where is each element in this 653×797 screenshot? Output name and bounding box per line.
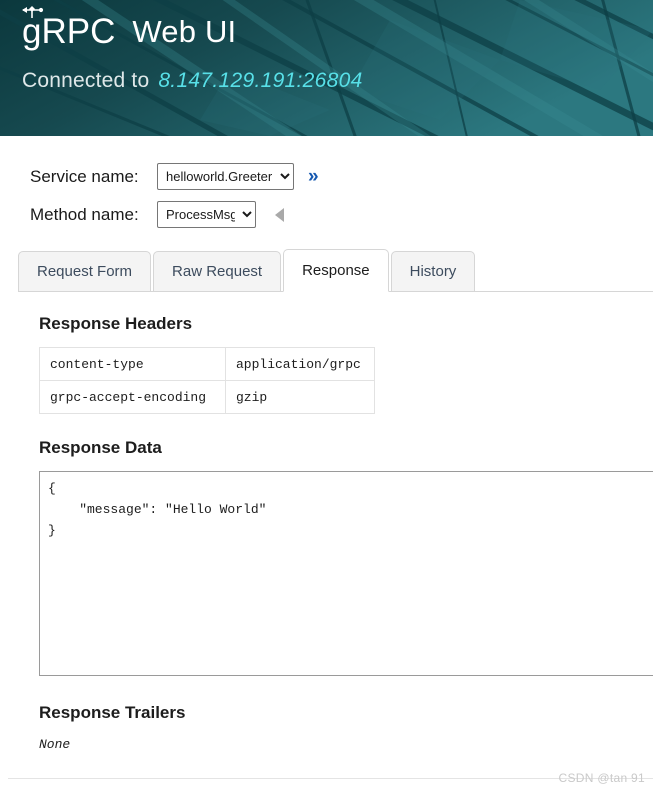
response-headers-table: content-type application/grpc grpc-accep… [39,347,375,414]
app-header: gRPC Web UI Connected to 8.147.129.191:26… [0,0,653,136]
watermark: CSDN @tan 91 [558,771,645,785]
tab-bar: Request Form Raw Request Response Histor… [0,249,653,292]
selector-form: Service name: helloworld.Greeter » Metho… [0,136,653,231]
table-row: content-type application/grpc [39,347,375,381]
expand-services-icon[interactable]: » [308,167,319,186]
service-name-row: Service name: helloworld.Greeter » [30,160,653,193]
response-trailers-value: None [39,737,71,752]
method-name-row: Method name: ProcessMsg [30,198,653,231]
response-trailers-section: Response Trailers None [39,703,653,752]
tab-request-form[interactable]: Request Form [18,251,152,292]
watermark-rule [8,778,653,779]
table-row: grpc-accept-encoding gzip [39,380,375,414]
header-value: application/grpc [225,347,375,381]
grpc-web-ui-page: gRPC Web UI Connected to 8.147.129.191:26… [0,0,653,797]
collapse-panel-icon[interactable] [275,207,284,222]
grpc-logo: gRPC [22,6,115,49]
brand-row: gRPC Web UI [22,6,653,49]
tab-raw-request[interactable]: Raw Request [153,251,282,292]
connected-address: 8.147.129.191:26804 [158,69,363,92]
response-data-title: Response Data [39,438,162,457]
response-panel: Response Headers content-type applicatio… [0,292,653,752]
header-key: content-type [39,347,226,381]
method-name-select[interactable]: ProcessMsg [157,201,256,228]
service-name-select[interactable]: helloworld.Greeter [157,163,294,190]
app-title: Web UI [132,14,237,49]
service-name-label: Service name: [30,166,139,186]
method-name-label: Method name: [30,204,139,224]
tab-history[interactable]: History [390,251,476,292]
response-data-textarea[interactable]: { "message": "Hello World" } [39,471,653,676]
header-value: gzip [225,380,375,414]
connection-status: Connected to 8.147.129.191:26804 [22,69,653,93]
response-headers-title: Response Headers [39,314,193,333]
response-trailers-title: Response Trailers [39,703,186,722]
tab-list: Request Form Raw Request Response Histor… [18,249,653,292]
connected-label: Connected to [22,69,150,92]
header-key: grpc-accept-encoding [39,380,226,414]
grpc-network-node-icon [22,6,44,18]
tab-response[interactable]: Response [283,249,389,292]
